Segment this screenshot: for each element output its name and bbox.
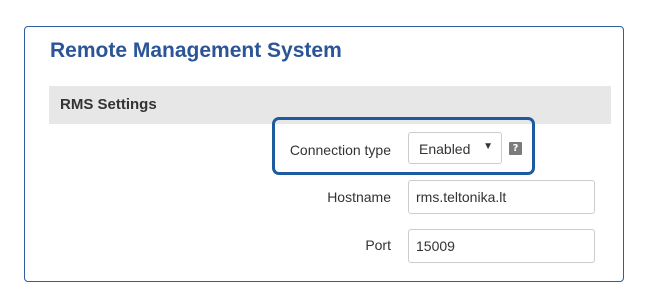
hostname-label: Hostname	[327, 189, 391, 205]
port-input[interactable]	[408, 229, 595, 263]
connection-type-select[interactable]: Enabled ▼	[408, 132, 502, 164]
connection-type-value: Enabled	[419, 141, 471, 157]
chevron-down-icon: ▼	[483, 141, 493, 152]
hostname-input[interactable]	[408, 180, 595, 214]
section-title: RMS Settings	[60, 96, 157, 113]
port-label: Port	[365, 237, 391, 253]
rms-panel: Remote Management System RMS Settings Co…	[24, 26, 624, 282]
panel-title: Remote Management System	[50, 39, 342, 62]
help-icon[interactable]: ?	[509, 142, 522, 155]
connection-type-label: Connection type	[289, 142, 391, 158]
